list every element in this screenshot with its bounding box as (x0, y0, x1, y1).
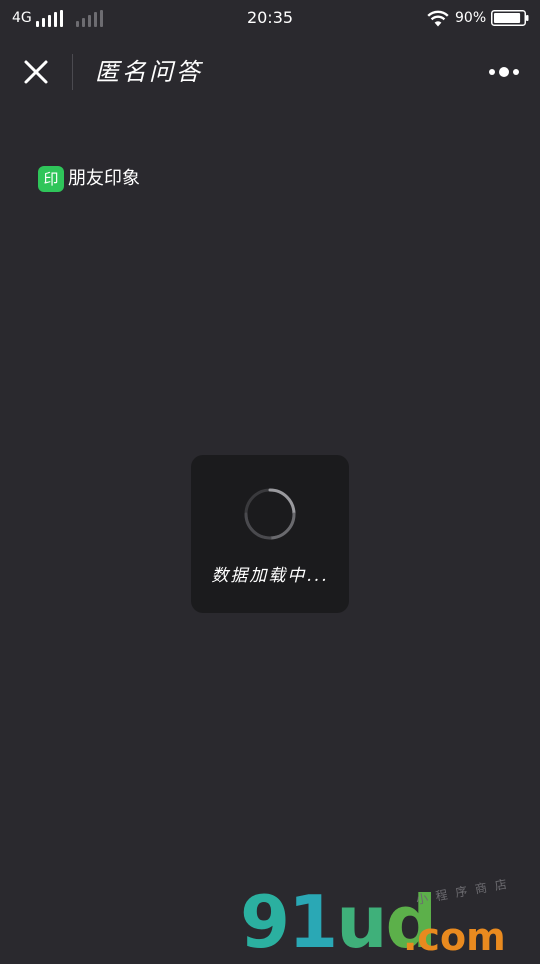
battery-icon (491, 10, 529, 26)
close-button[interactable] (16, 52, 56, 92)
loading-toast: 数据加载中... (191, 455, 349, 613)
close-icon (24, 60, 48, 84)
loading-spinner-icon (244, 488, 296, 540)
watermark: 91ud .com 小程序商店 (240, 876, 540, 960)
battery-percent: 90% (455, 10, 487, 26)
wifi-icon (427, 10, 449, 27)
watermark-letter: 9 (240, 880, 290, 964)
watermark-domain: .com (403, 915, 506, 959)
loading-text: 数据加载中... (211, 566, 329, 586)
app-logo-icon: 印 (38, 166, 64, 192)
nav-divider (72, 54, 73, 90)
watermark-letter: 1 (288, 880, 338, 964)
source-tag[interactable]: 印 朋友印象 (38, 165, 140, 193)
nav-bar: 匿名问答 (0, 36, 540, 108)
status-bar: 4G 20:35 90% (0, 0, 540, 36)
watermark-letter: u (336, 880, 387, 964)
source-label: 朋友印象 (68, 168, 140, 189)
page-title: 匿名问答 (95, 58, 203, 86)
more-button[interactable] (484, 58, 524, 86)
more-dots-icon (489, 67, 519, 77)
